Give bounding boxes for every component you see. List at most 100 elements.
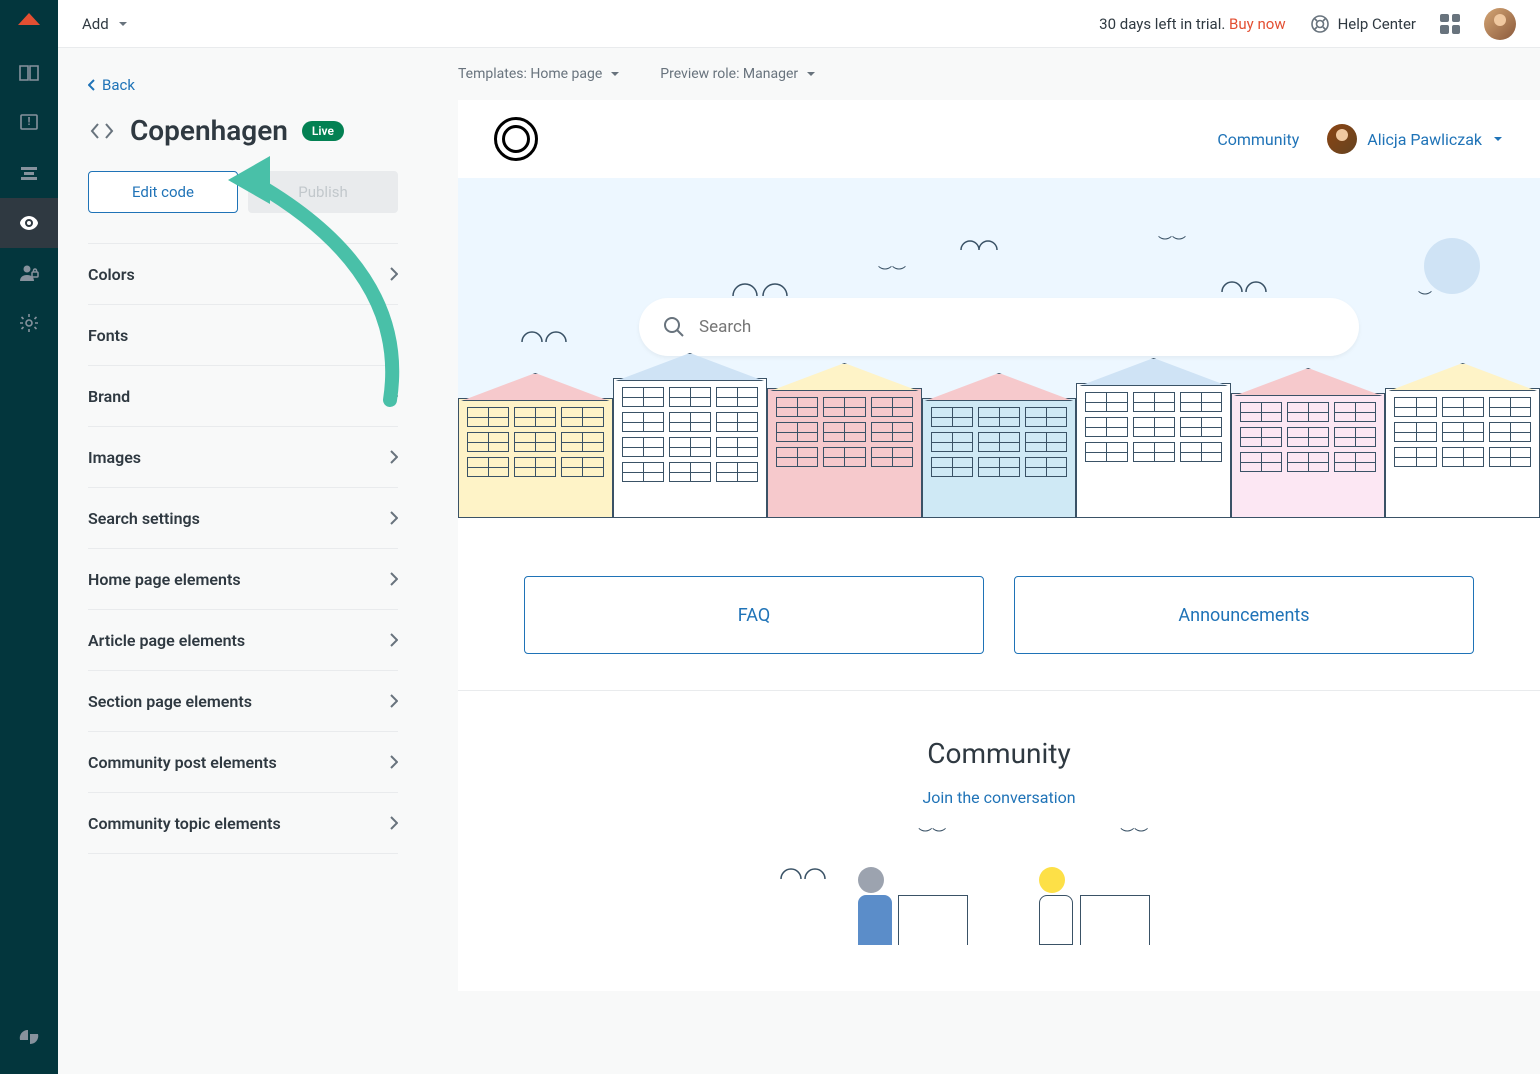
chevron-down-icon: [117, 18, 129, 30]
chevron-right-icon: [390, 694, 398, 708]
nav-arrange-icon[interactable]: [0, 148, 58, 198]
settings-label: Search settings: [88, 509, 200, 528]
chevron-right-icon: [390, 755, 398, 769]
nav-guide-icon[interactable]: [0, 48, 58, 98]
categories-section: FAQ Announcements: [458, 518, 1540, 691]
publish-button[interactable]: Publish: [248, 171, 398, 213]
bird-icon: ︶: [1418, 288, 1432, 308]
chevron-right-icon: [390, 816, 398, 830]
cloud-icon: [518, 328, 578, 344]
join-conversation-link[interactable]: Join the conversation: [922, 788, 1075, 807]
community-title: Community: [494, 737, 1504, 770]
topbar: Add 30 days left in trial. Buy now Help …: [58, 0, 1540, 48]
person-illustration: [858, 867, 892, 945]
live-badge: Live: [302, 121, 344, 141]
settings-label: Home page elements: [88, 570, 241, 589]
chevron-right-icon: [390, 450, 398, 464]
chevron-right-icon: [390, 633, 398, 647]
chevron-down-icon: [806, 69, 816, 79]
chevron-left-icon: [88, 79, 96, 91]
cloud-icon: [958, 238, 998, 252]
settings-label: Section page elements: [88, 692, 252, 711]
templates-label: Templates: Home page: [458, 66, 602, 82]
settings-item-section[interactable]: Section page elements: [88, 671, 398, 732]
content-area: Templates: Home page Preview role: Manag…: [428, 48, 1540, 1074]
apps-icon[interactable]: [1440, 14, 1460, 34]
chevron-down-icon: [610, 69, 620, 79]
search-icon: [663, 316, 685, 338]
product-logo[interactable]: [0, 0, 58, 48]
user-name: Alicja Pawliczak: [1367, 130, 1482, 149]
code-icon: [88, 117, 116, 145]
theme-name: Copenhagen: [130, 114, 288, 147]
settings-item-article[interactable]: Article page elements: [88, 610, 398, 671]
desk-illustration: [1080, 895, 1150, 945]
settings-label: Images: [88, 448, 141, 467]
chevron-right-icon: [390, 389, 398, 403]
cloud-icon: [777, 865, 837, 881]
brand-logo[interactable]: [494, 117, 538, 161]
nav-rail: !: [0, 0, 58, 1074]
edit-code-button[interactable]: Edit code: [88, 171, 238, 213]
person-illustration: [1039, 867, 1073, 945]
bird-icon: ︶︶: [878, 263, 906, 283]
user-menu[interactable]: Alicja Pawliczak: [1327, 124, 1504, 154]
svg-text:!: !: [28, 115, 31, 128]
settings-label: Colors: [88, 265, 135, 284]
preview-role-dropdown[interactable]: Preview role: Manager: [660, 66, 816, 82]
search-input[interactable]: [699, 317, 1335, 337]
chevron-down-icon: [1492, 133, 1504, 145]
theme-sidebar: Back Copenhagen Live Edit code Publish C…: [58, 48, 428, 1074]
community-section: Community Join the conversation ︶︶ ︶︶: [458, 691, 1540, 991]
help-center-label: Help Center: [1338, 15, 1416, 33]
settings-item-colors[interactable]: Colors: [88, 244, 398, 305]
settings-item-home[interactable]: Home page elements: [88, 549, 398, 610]
category-announcements-button[interactable]: Announcements: [1014, 576, 1474, 654]
user-avatar[interactable]: [1484, 8, 1516, 40]
preview-frame: Community Alicja Pawliczak ︶︶ ︶︶ ︶: [458, 100, 1540, 991]
add-label: Add: [82, 15, 109, 33]
settings-label: Community topic elements: [88, 814, 281, 833]
nav-settings-icon[interactable]: [0, 298, 58, 348]
settings-item-search[interactable]: Search settings: [88, 488, 398, 549]
templates-dropdown[interactable]: Templates: Home page: [458, 66, 620, 82]
nav-permissions-icon[interactable]: [0, 248, 58, 298]
houses-illustration: [458, 378, 1540, 518]
trial-status: 30 days left in trial. Buy now: [1099, 15, 1285, 33]
trial-days-text: 30 days left in trial.: [1099, 15, 1225, 33]
cloud-icon: [1218, 278, 1278, 294]
chevron-right-icon: [390, 267, 398, 281]
back-link[interactable]: Back: [88, 76, 398, 94]
desk-illustration: [898, 895, 968, 945]
bird-icon: ︶︶: [1158, 233, 1186, 253]
settings-label: Brand: [88, 387, 130, 406]
settings-item-community-post[interactable]: Community post elements: [88, 732, 398, 793]
add-dropdown[interactable]: Add: [82, 15, 129, 33]
content-header: Templates: Home page Preview role: Manag…: [428, 48, 1540, 100]
search-box[interactable]: [639, 298, 1359, 356]
settings-item-brand[interactable]: Brand: [88, 366, 398, 427]
community-nav-link[interactable]: Community: [1217, 130, 1299, 149]
nav-moderation-icon[interactable]: !: [0, 98, 58, 148]
help-center-link[interactable]: Help Center: [1310, 14, 1416, 34]
settings-item-community-topic[interactable]: Community topic elements: [88, 793, 398, 854]
settings-item-fonts[interactable]: Fonts: [88, 305, 398, 366]
chevron-right-icon: [390, 572, 398, 586]
bird-icon: ︶︶: [1120, 825, 1148, 845]
sun-decoration: [1424, 238, 1480, 294]
buy-now-link[interactable]: Buy now: [1229, 15, 1286, 33]
nav-customize-icon[interactable]: [0, 198, 58, 248]
lifebuoy-icon: [1310, 14, 1330, 34]
chevron-right-icon: [390, 511, 398, 525]
user-avatar-icon: [1327, 124, 1357, 154]
hero-section: ︶︶ ︶︶ ︶: [458, 178, 1540, 518]
settings-label: Fonts: [88, 326, 128, 345]
settings-list: Colors Fonts Brand Images Search setting…: [88, 243, 398, 854]
settings-item-images[interactable]: Images: [88, 427, 398, 488]
settings-label: Community post elements: [88, 753, 277, 772]
nav-zendesk-icon[interactable]: [0, 1012, 58, 1062]
preview-header: Community Alicja Pawliczak: [458, 100, 1540, 178]
preview-role-label: Preview role: Manager: [660, 66, 798, 82]
category-faq-button[interactable]: FAQ: [524, 576, 984, 654]
settings-label: Article page elements: [88, 631, 245, 650]
